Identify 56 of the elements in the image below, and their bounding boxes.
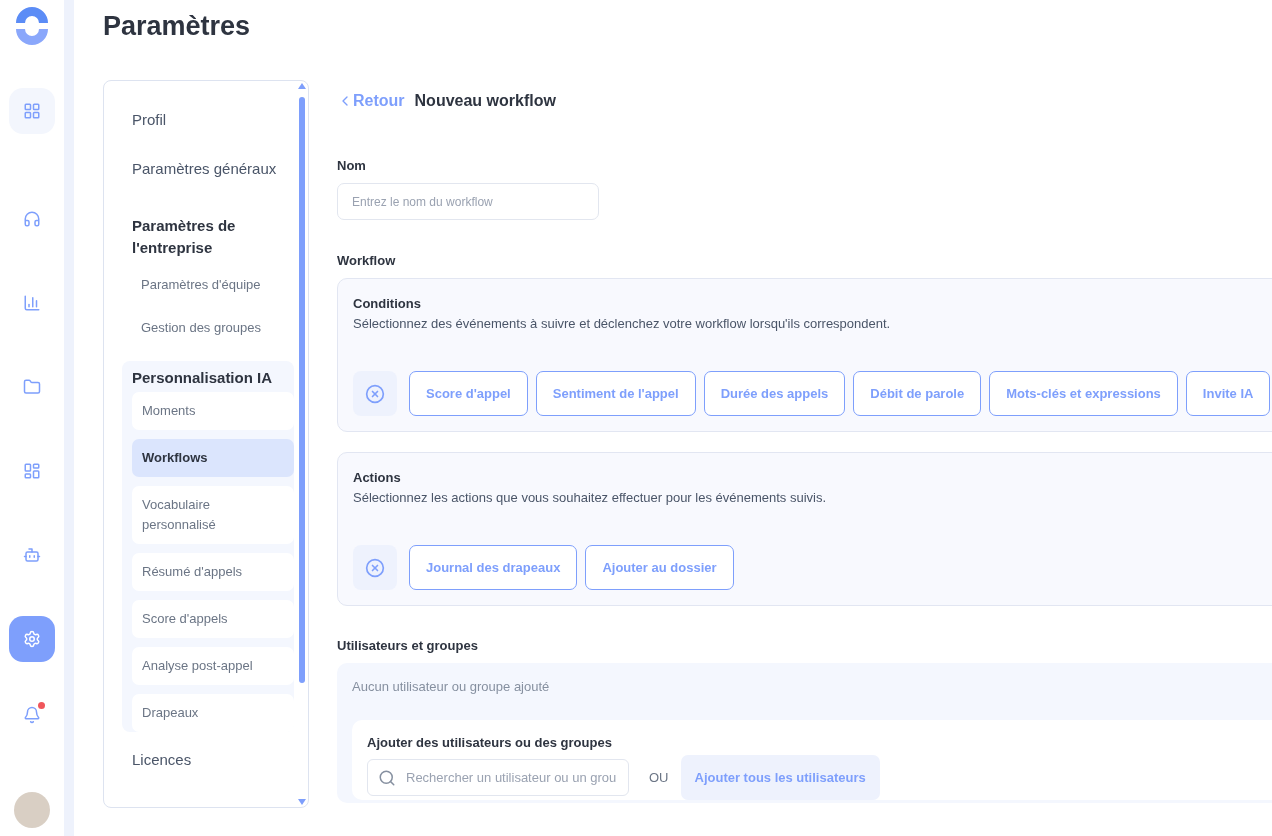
group-title: Personnalisation IA	[131, 369, 274, 388]
settings-nav-item[interactable]: Licences	[122, 741, 294, 778]
field-label: Nom	[337, 158, 367, 173]
name-input[interactable]: Entrez le nom du workflow	[337, 183, 599, 220]
scrollbar[interactable]	[298, 83, 306, 805]
grid-icon	[23, 102, 41, 120]
folder-icon	[23, 378, 41, 396]
avatar[interactable]	[14, 792, 50, 828]
settings-nav-item[interactable]: Profil	[122, 101, 294, 138]
clear-button[interactable]	[353, 371, 397, 416]
settings-icon	[23, 630, 41, 648]
option-button[interactable]: Invite IA	[1185, 371, 1271, 416]
form-title: Nouveau workflow	[414, 92, 556, 110]
settings-nav-item[interactable]: Paramètres généraux	[122, 150, 294, 187]
card-description: Sélectionnez les actions que vous souhaitez effectuer pour les événements suivis.	[353, 490, 828, 505]
section-label: Workflow	[337, 253, 397, 268]
option-button[interactable]: Journal des drapeaux	[409, 545, 578, 590]
option-button[interactable]: Score d'appel	[409, 371, 528, 416]
bell-icon	[23, 706, 41, 724]
option-button[interactable]: Mots-clés et expressions	[989, 371, 1178, 416]
close-icon	[365, 383, 385, 404]
settings-button[interactable]	[9, 616, 55, 662]
robot-icon	[23, 546, 41, 564]
settings-nav-item[interactable]: Paramètres d'équipe	[122, 263, 294, 306]
option-button[interactable]: Débit de parole	[853, 371, 982, 416]
grid-button[interactable]	[9, 88, 55, 134]
empty-message: Aucun utilisateur ou groupe ajouté	[352, 679, 551, 694]
close-icon	[365, 557, 385, 578]
settings-nav-item[interactable]: Score d'appels	[132, 600, 294, 638]
panel-title: Ajouter des utilisateurs ou des groupes	[367, 735, 613, 750]
card-description: Sélectionnez des événements à suivre et déclenchez votre workflow lorsqu'ils correspondent.	[353, 316, 892, 331]
settings-nav-item[interactable]: Analyse post-appel	[132, 647, 294, 685]
card-title: Actions	[353, 470, 402, 485]
clear-button[interactable]	[353, 545, 397, 590]
settings-nav-item[interactable]: Drapeaux	[132, 694, 294, 732]
page-title: Paramètres	[103, 10, 252, 42]
settings-nav-item[interactable]: Gestion des groupes	[122, 306, 294, 349]
or-separator: OU	[649, 770, 669, 785]
settings-nav-item[interactable]: Moments	[132, 392, 294, 430]
scroll-down-icon[interactable]	[298, 799, 306, 805]
option-button[interactable]: Durée des appels	[703, 371, 846, 416]
section-title: Paramètres de l'entreprise	[131, 216, 237, 258]
widgets-icon	[23, 462, 41, 480]
settings-nav-item[interactable]: Résumé d'appels	[132, 553, 294, 591]
search-field[interactable]: Rechercher un utilisateur ou un grou	[367, 759, 629, 796]
bar-chart-icon	[23, 294, 41, 312]
search-icon	[378, 768, 396, 787]
headphones-icon	[23, 210, 41, 228]
back-link[interactable]: Retour	[337, 92, 405, 110]
option-button[interactable]: Ajouter au dossier	[585, 545, 734, 590]
option-button[interactable]: Sentiment de l'appel	[535, 371, 696, 416]
settings-nav-item[interactable]: Workflows	[132, 439, 294, 477]
scroll-up-icon[interactable]	[298, 83, 306, 89]
settings-nav-item[interactable]: Vocabulaire personnalisé	[132, 486, 294, 544]
section-label: Utilisateurs et groupes	[337, 638, 479, 653]
card-title: Conditions	[353, 296, 422, 311]
